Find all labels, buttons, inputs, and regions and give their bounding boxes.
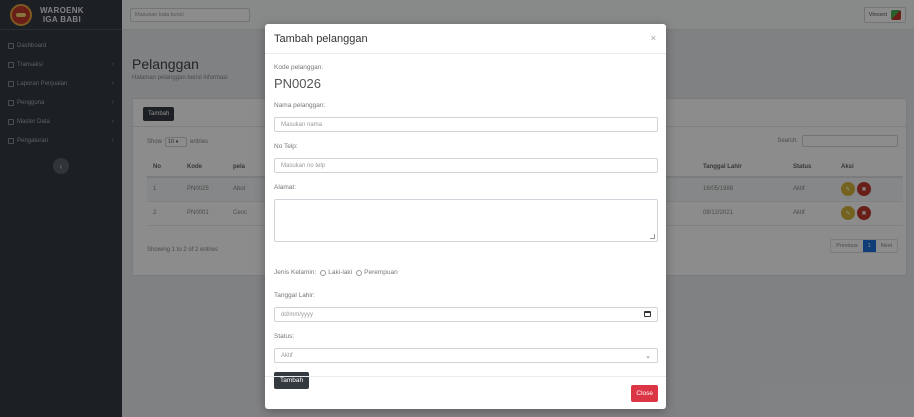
status-label: Status: (274, 333, 295, 340)
status-selected-value: Aktif (281, 353, 293, 359)
radio-perempuan[interactable] (356, 269, 363, 276)
status-select[interactable]: Aktif ⌄ (274, 348, 658, 363)
gender-option-perempuan[interactable]: Perempuan (364, 269, 398, 276)
modal-footer: Close (265, 376, 666, 409)
modal-header: Tambah pelanggan × (265, 24, 666, 54)
tgl-label: Tanggal Lahir: (274, 292, 315, 299)
nama-input[interactable]: Masukan nama (274, 117, 658, 132)
kode-value: PN0026 (274, 76, 321, 91)
kode-label: Kode pelanggan: (274, 64, 324, 71)
calendar-icon[interactable] (644, 311, 651, 317)
telp-input[interactable]: Masukan no telp (274, 158, 658, 173)
tgl-placeholder: dd/mm/yyyy (281, 312, 314, 318)
tgl-input[interactable]: dd/mm/yyyy (274, 307, 658, 322)
telp-label: No Telp: (274, 143, 298, 150)
alamat-textarea[interactable] (274, 199, 658, 242)
radio-laki-laki[interactable] (320, 269, 327, 276)
add-customer-modal: Tambah pelanggan × Kode pelanggan: PN002… (265, 24, 666, 409)
chevron-down-icon: ⌄ (645, 353, 651, 360)
gender-group: Jenis Kelamin: Laki-laki Perempuan (274, 269, 398, 276)
gender-label: Jenis Kelamin: (274, 269, 317, 276)
nama-label: Nama pelanggan: (274, 102, 326, 109)
gender-option-laki-laki[interactable]: Laki-laki (328, 269, 352, 276)
modal-title: Tambah pelanggan (274, 33, 368, 45)
app-root: WAROENK IGA BABI Dashboard Transaksi › L… (0, 0, 914, 417)
close-button[interactable]: Close (631, 385, 658, 402)
close-icon[interactable]: × (651, 33, 656, 43)
alamat-label: Alamat: (274, 184, 297, 191)
